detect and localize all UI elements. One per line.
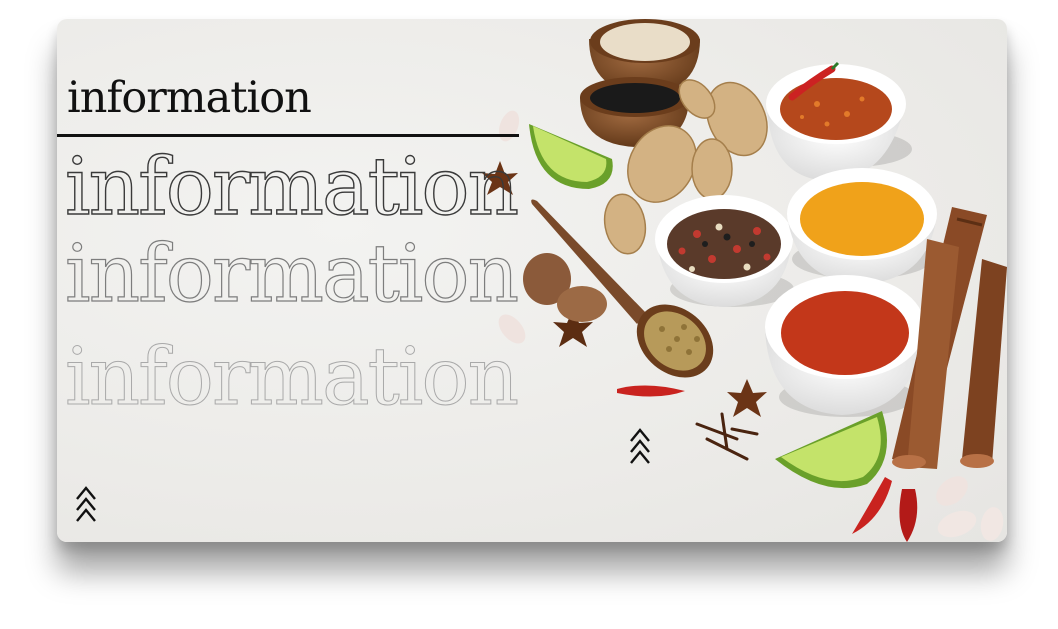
outline-word-3: information — [64, 330, 519, 423]
garlic-clove-5 — [980, 507, 1004, 541]
star-anise-3 — [727, 379, 767, 417]
outline-word-1: information — [64, 140, 520, 233]
title-underline — [57, 134, 519, 137]
red-chili-1 — [617, 385, 685, 397]
nutmeg-2 — [557, 286, 607, 322]
outline-word-2: information — [64, 227, 519, 320]
lime-slice-bottom — [775, 411, 887, 489]
chevron-up-triple-icon — [630, 428, 650, 464]
garlic-clove-3 — [936, 476, 968, 506]
garlic-clove-4 — [937, 510, 977, 538]
chevron-up-triple-icon — [76, 486, 96, 522]
red-chili-3 — [899, 489, 918, 542]
cloves — [695, 412, 759, 461]
garlic-clove-1 — [498, 110, 520, 142]
slide-card: information information information info… — [57, 19, 1007, 542]
page-title: information — [67, 73, 312, 123]
